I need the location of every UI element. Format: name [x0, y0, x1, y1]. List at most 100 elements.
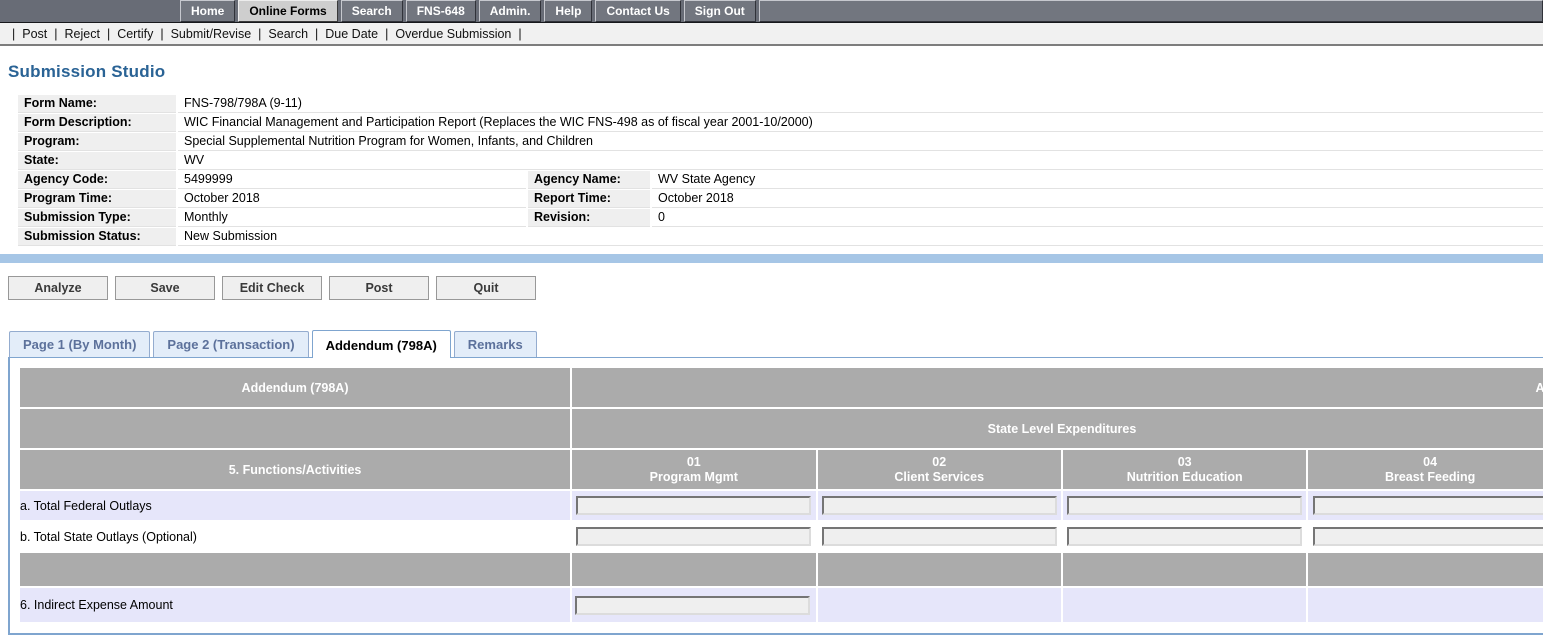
tab-bar: Page 1 (By Month) Page 2 (Transaction) A…	[9, 330, 1543, 357]
form-description-label: Form Description:	[18, 114, 176, 132]
nav-search[interactable]: Search	[341, 0, 403, 22]
input-federal-outlays-04[interactable]	[1313, 496, 1543, 515]
menu-post[interactable]: Post	[22, 27, 47, 41]
state-level-expenditures-header: State Level Expenditures	[572, 409, 1543, 448]
separator: |	[12, 27, 15, 41]
column-header-03: 03 Nutrition Education	[1063, 450, 1306, 489]
form-name-value: FNS-798/798A (9-11)	[178, 95, 1543, 113]
info-row-agency: Agency Code: 5499999 Agency Name: WV Sta…	[18, 171, 1543, 189]
nav-filler	[759, 0, 1543, 22]
agency-code-value: 5499999	[178, 171, 526, 189]
column-name-04: Breast Feeding	[1308, 470, 1543, 485]
edit-check-button[interactable]: Edit Check	[222, 276, 322, 300]
input-state-outlays-01[interactable]	[576, 527, 811, 546]
menu-certify[interactable]: Certify	[117, 27, 153, 41]
cell-indirect-01	[572, 588, 815, 622]
gray-spacer-04	[1308, 553, 1543, 586]
form-name-label: Form Name:	[18, 95, 176, 113]
agency-name-value: WV State Agency	[652, 171, 1543, 189]
gray-spacer-03	[1063, 553, 1306, 586]
cell-federal-03	[1063, 491, 1306, 520]
column-code-04: 04	[1308, 455, 1543, 470]
state-label: State:	[18, 152, 176, 170]
separator: |	[54, 27, 57, 41]
top-nav-bar: Home Online Forms Search FNS-648 Admin. …	[0, 0, 1543, 23]
gray-spacer-02	[818, 553, 1061, 586]
revision-label: Revision:	[528, 209, 650, 227]
cell-federal-02	[818, 491, 1061, 520]
form-info-table: Form Name: FNS-798/798A (9-11) Form Desc…	[18, 95, 1543, 246]
table-row-total-state-outlays: b. Total State Outlays (Optional)	[20, 522, 1543, 551]
input-federal-outlays-02[interactable]	[822, 496, 1057, 515]
row-label-federal-outlays: a. Total Federal Outlays	[20, 491, 570, 520]
input-state-outlays-04[interactable]	[1313, 527, 1543, 546]
input-state-outlays-02[interactable]	[822, 527, 1057, 546]
cell-indirect-02	[818, 588, 1061, 622]
input-federal-outlays-03[interactable]	[1067, 496, 1302, 515]
tab-addendum-798a[interactable]: Addendum (798A)	[312, 330, 451, 358]
agency-code-label: Agency Code:	[18, 171, 176, 189]
column-name-02: Client Services	[818, 470, 1061, 485]
table-row-spacer-gray	[20, 553, 1543, 586]
cell-indirect-04	[1308, 588, 1543, 622]
report-time-value: October 2018	[652, 190, 1543, 208]
agency-name-label: Agency Name:	[528, 171, 650, 189]
column-header-04: 04 Breast Feeding	[1308, 450, 1543, 489]
analyze-button[interactable]: Analyze	[8, 276, 108, 300]
page-title: Submission Studio	[8, 62, 1543, 82]
menu-due-date[interactable]: Due Date	[325, 27, 378, 41]
menu-submit-revise[interactable]: Submit/Revise	[171, 27, 252, 41]
cell-indirect-03	[1063, 588, 1306, 622]
nav-admin[interactable]: Admin.	[479, 0, 542, 22]
info-row-submission-type: Submission Type: Monthly Revision: 0	[18, 209, 1543, 227]
cell-state-03	[1063, 522, 1306, 551]
nav-home[interactable]: Home	[180, 0, 235, 22]
tab-page-1-by-month[interactable]: Page 1 (By Month)	[9, 331, 150, 357]
column-code-01: 01	[572, 455, 815, 470]
info-row-form-description: Form Description: WIC Financial Manageme…	[18, 114, 1543, 132]
info-row-time: Program Time: October 2018 Report Time: …	[18, 190, 1543, 208]
column-header-02: 02 Client Services	[818, 450, 1061, 489]
row-label-indirect-expense: 6. Indirect Expense Amount	[20, 588, 570, 622]
section-header-row: State Level Expenditures	[20, 409, 1543, 448]
submission-type-label: Submission Type:	[18, 209, 176, 227]
separator: |	[518, 27, 521, 41]
input-state-outlays-03[interactable]	[1067, 527, 1302, 546]
separator: |	[107, 27, 110, 41]
nav-sign-out[interactable]: Sign Out	[684, 0, 756, 22]
nav-help[interactable]: Help	[544, 0, 592, 22]
cell-federal-01	[572, 491, 815, 520]
menu-overdue-submission[interactable]: Overdue Submission	[395, 27, 511, 41]
column-name-01: Program Mgmt	[572, 470, 815, 485]
menu-search[interactable]: Search	[268, 27, 308, 41]
column-name-03: Nutrition Education	[1063, 470, 1306, 485]
cell-state-04	[1308, 522, 1543, 551]
section-header-spacer	[20, 409, 570, 448]
state-value: WV	[178, 152, 1543, 170]
info-row-submission-status: Submission Status: New Submission	[18, 228, 1543, 246]
info-row-form-name: Form Name: FNS-798/798A (9-11)	[18, 95, 1543, 113]
addendum-header-left: Addendum (798A)	[20, 368, 570, 407]
revision-value: 0	[652, 209, 1543, 227]
row-label-state-outlays: b. Total State Outlays (Optional)	[20, 522, 570, 551]
save-button[interactable]: Save	[115, 276, 215, 300]
addendum-title-row: Addendum (798A) Addendum (798A)	[20, 368, 1543, 407]
cell-state-02	[818, 522, 1061, 551]
nav-fns-648[interactable]: FNS-648	[406, 0, 476, 22]
separator: |	[385, 27, 388, 41]
functions-activities-header: 5. Functions/Activities	[20, 450, 570, 489]
info-row-state: State: WV	[18, 152, 1543, 170]
input-federal-outlays-01[interactable]	[576, 496, 811, 515]
quit-button[interactable]: Quit	[436, 276, 536, 300]
info-row-program: Program: Special Supplemental Nutrition …	[18, 133, 1543, 151]
tab-page-2-transaction[interactable]: Page 2 (Transaction)	[153, 331, 308, 357]
nav-online-forms[interactable]: Online Forms	[238, 0, 337, 22]
input-indirect-expense-01[interactable]	[575, 596, 810, 615]
program-time-label: Program Time:	[18, 190, 176, 208]
tab-remarks[interactable]: Remarks	[454, 331, 537, 357]
menu-reject[interactable]: Reject	[65, 27, 100, 41]
post-button[interactable]: Post	[329, 276, 429, 300]
form-description-value: WIC Financial Management and Participati…	[178, 114, 1543, 132]
nav-contact-us[interactable]: Contact Us	[595, 0, 680, 22]
submission-status-value: New Submission	[178, 228, 1543, 246]
